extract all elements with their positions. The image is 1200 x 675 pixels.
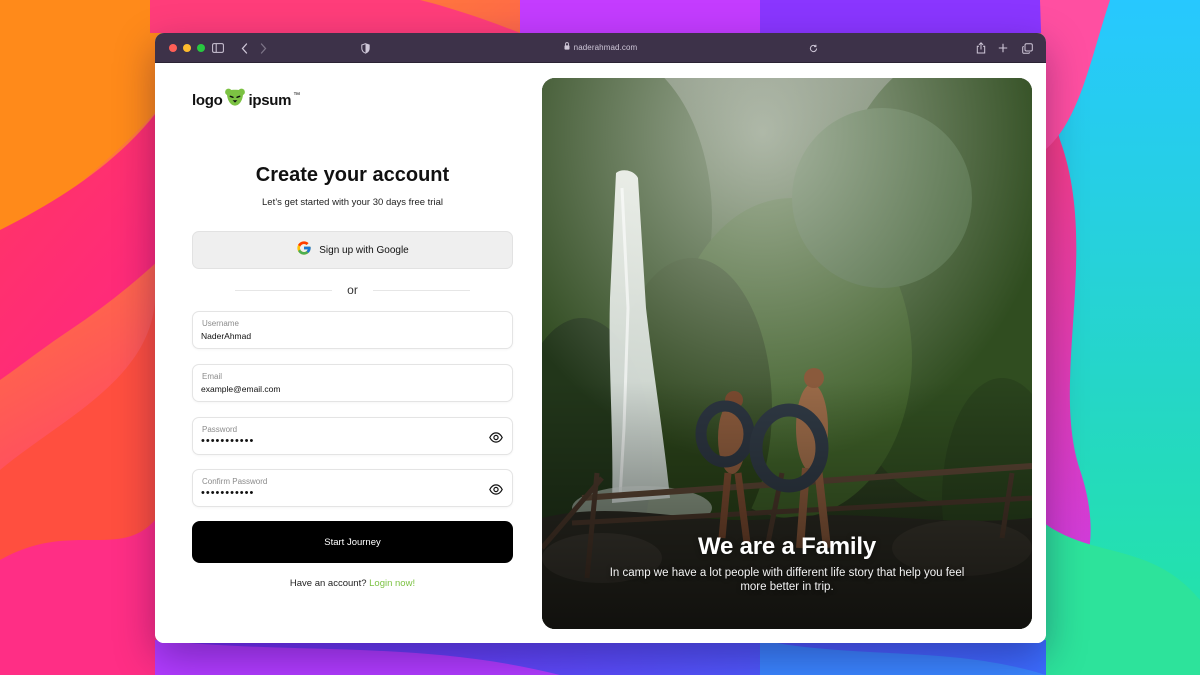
trademark-mark: ™ <box>293 91 301 99</box>
hero-image-panel: We are a Family In camp we have a lot pe… <box>542 78 1032 629</box>
browser-window: naderahmad.com logo ipsum ™ Create your … <box>155 33 1046 643</box>
confirm-password-input[interactable] <box>201 487 471 499</box>
minimize-window-button[interactable] <box>183 44 191 52</box>
shield-icon[interactable] <box>360 40 370 56</box>
back-icon[interactable] <box>239 40 249 56</box>
username-label: Username <box>202 319 239 328</box>
sidebar-icon[interactable] <box>211 40 225 56</box>
google-signup-label: Sign up with Google <box>319 244 409 256</box>
email-field[interactable]: Email <box>192 364 513 402</box>
login-link[interactable]: Login now! <box>369 578 415 589</box>
reload-icon[interactable] <box>808 40 818 56</box>
confirm-password-field[interactable]: Confirm Password <box>192 469 513 507</box>
forward-icon[interactable] <box>258 40 268 56</box>
eye-icon[interactable] <box>489 430 503 448</box>
page-subtitle: Let’s get started with your 30 days free… <box>262 197 443 208</box>
close-window-button[interactable] <box>169 44 177 52</box>
browser-toolbar: naderahmad.com <box>155 33 1046 63</box>
address-bar[interactable]: naderahmad.com <box>564 42 638 52</box>
page-title: Create your account <box>255 164 450 186</box>
confirm-password-label: Confirm Password <box>202 477 268 486</box>
login-prompt: Have an account? Login now! <box>192 578 513 589</box>
password-input[interactable] <box>201 435 471 447</box>
username-input[interactable] <box>201 331 471 341</box>
lock-icon <box>564 42 570 52</box>
login-prompt-text: Have an account? <box>289 578 367 589</box>
google-signup-button[interactable]: Sign up with Google <box>192 231 513 269</box>
share-icon[interactable] <box>975 40 987 56</box>
page-content: logo ipsum ™ Create your account Let’s g… <box>155 63 1046 643</box>
logo-text-right: ipsum <box>248 91 292 109</box>
bear-logo-icon <box>224 88 246 112</box>
hero-description: In camp we have a lot people with differ… <box>609 567 965 593</box>
new-tab-icon[interactable] <box>997 40 1009 56</box>
hero-title: We are a Family <box>698 533 876 560</box>
or-divider: or <box>235 283 470 297</box>
zoom-window-button[interactable] <box>197 44 205 52</box>
password-field[interactable]: Password <box>192 417 513 455</box>
tabs-overview-icon[interactable] <box>1021 40 1033 56</box>
divider-line-right <box>373 290 470 291</box>
google-icon <box>296 240 312 261</box>
url-text: naderahmad.com <box>573 42 638 52</box>
email-label: Email <box>202 372 223 381</box>
email-input[interactable] <box>201 384 471 394</box>
logo-text-left: logo <box>192 91 223 109</box>
eye-icon[interactable] <box>489 482 503 500</box>
start-journey-button[interactable]: Start Journey <box>192 521 513 563</box>
username-field[interactable]: Username <box>192 311 513 349</box>
password-label: Password <box>202 425 238 434</box>
brand-logo[interactable]: logo ipsum ™ <box>192 88 300 112</box>
